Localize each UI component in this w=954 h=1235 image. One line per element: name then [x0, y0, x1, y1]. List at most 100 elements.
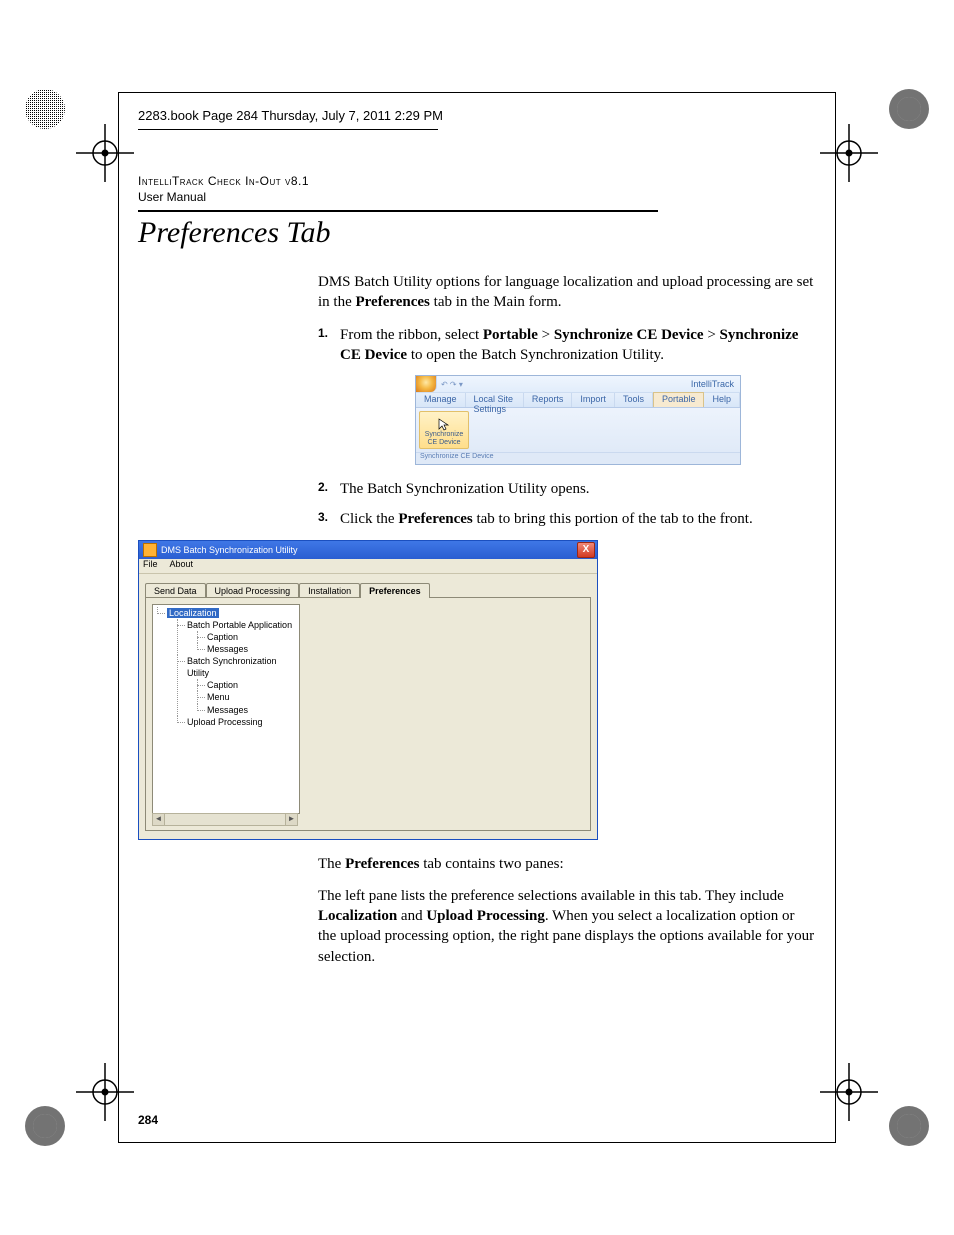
tree-node: Batch Synchronization Utility Caption Me… [177, 655, 297, 716]
menu-item: File [143, 559, 158, 569]
tree-node: Menu [197, 691, 297, 703]
dialog-titlebar: DMS Batch Synchronization Utility X [139, 541, 597, 559]
ribbon-tab: Reports [524, 393, 573, 407]
button-label: Synchronize [425, 431, 464, 438]
content-area: 2283.book Page 284 Thursday, July 7, 201… [138, 108, 816, 1127]
dialog-menubar: File About [139, 559, 597, 574]
steps-list: 1. From the ribbon, select Portable > Sy… [318, 325, 816, 530]
step-number: 3. [318, 510, 328, 524]
text-bold: Localization [318, 908, 397, 924]
step-1: 1. From the ribbon, select Portable > Sy… [318, 325, 816, 466]
text: tab in the Main form. [430, 294, 562, 310]
app-name: IntelliTrack [691, 379, 734, 389]
scroll-right-icon: ► [285, 814, 297, 825]
horizontal-scrollbar: ◄ ► [152, 813, 298, 826]
text: and [397, 908, 426, 924]
tree-node: Upload Processing [177, 716, 297, 728]
scroll-left-icon: ◄ [153, 814, 165, 825]
office-orb-icon [416, 376, 437, 392]
ribbon-tab: Local Site Settings [466, 393, 524, 407]
tree-label: Messages [207, 705, 248, 715]
ribbon-titlebar: ↶ ↷ ▾ IntelliTrack [416, 376, 740, 392]
text: > [538, 327, 554, 343]
text: The left pane lists the preference selec… [318, 888, 784, 904]
text: The Batch Synchronization Utility opens. [340, 481, 590, 497]
button-label: CE Device [427, 439, 460, 446]
text: tab to bring this portion of the tab to … [473, 511, 753, 527]
quick-access-toolbar: ↶ ↷ ▾ [441, 380, 463, 389]
after-paragraph-1: The Preferences tab contains two panes: [318, 854, 816, 874]
tree-node: Caption [197, 631, 297, 643]
registration-mark-icon [886, 1103, 932, 1149]
cursor-icon [437, 417, 451, 431]
tree-node-selected: Localization [167, 608, 219, 618]
step-3: 3. Click the Preferences tab to bring th… [318, 509, 816, 529]
doc-header-rule [138, 210, 658, 212]
dialog-title: DMS Batch Synchronization Utility [161, 545, 298, 555]
page-title: Preferences Tab [138, 216, 816, 250]
dialog-screenshot: DMS Batch Synchronization Utility X File… [138, 540, 816, 840]
synchronize-ce-device-button: Synchronize CE Device [419, 411, 469, 449]
ribbon-tab: Import [572, 393, 615, 407]
after-paragraph-2: The left pane lists the preference selec… [318, 886, 816, 967]
tree-node: Caption [197, 679, 297, 691]
dialog-mock: DMS Batch Synchronization Utility X File… [138, 540, 598, 840]
text: From the ribbon, select [340, 327, 483, 343]
text-bold: Upload Processing [426, 908, 544, 924]
text-bold: Synchronize CE Device [554, 327, 704, 343]
tree-label: Batch Portable Application [187, 620, 292, 630]
page-number: 284 [138, 1113, 158, 1127]
dialog-pane: Localization Batch Portable Application … [145, 597, 591, 831]
text: Click the [340, 511, 398, 527]
tree-node: Messages [197, 704, 297, 716]
tree-label: Caption [207, 632, 238, 642]
tree-label: Caption [207, 680, 238, 690]
ribbon-group: Synchronize CE Device [416, 408, 740, 452]
dialog-tab: Upload Processing [206, 583, 300, 598]
ribbon-tab: Help [704, 393, 740, 407]
tree-label: Menu [207, 692, 230, 702]
close-icon: X [577, 542, 595, 558]
text-bold: Preferences [356, 294, 430, 310]
text-bold: Preferences [345, 856, 419, 872]
dialog-tabs: Send Data Upload Processing Installation… [145, 580, 591, 597]
ribbon-screenshot: ↶ ↷ ▾ IntelliTrack Manage Local Site Set… [340, 375, 816, 465]
registration-mark-icon [22, 1103, 68, 1149]
running-head-rule [138, 129, 438, 130]
tree-node: Localization Batch Portable Application … [157, 607, 297, 728]
text: tab contains two panes: [419, 856, 563, 872]
text-bold: Portable [483, 327, 538, 343]
tree-node: Messages [197, 643, 297, 655]
ribbon-tabs: Manage Local Site Settings Reports Impor… [416, 392, 740, 408]
running-head: 2283.book Page 284 Thursday, July 7, 201… [138, 108, 816, 123]
registration-mark-icon [22, 86, 68, 132]
ribbon-tab: Tools [615, 393, 653, 407]
dialog-client: Send Data Upload Processing Installation… [139, 574, 597, 839]
text: to open the Batch Synchronization Utilit… [407, 347, 664, 363]
step-number: 2. [318, 480, 328, 494]
app-icon [143, 543, 157, 557]
menu-item: About [170, 559, 194, 569]
ribbon-mock: ↶ ↷ ▾ IntelliTrack Manage Local Site Set… [415, 375, 741, 465]
tree-label: Messages [207, 644, 248, 654]
dialog-tab: Installation [299, 583, 360, 598]
step-number: 1. [318, 326, 328, 340]
page: 2283.book Page 284 Thursday, July 7, 201… [0, 0, 954, 1235]
ribbon-tab: Manage [416, 393, 466, 407]
doc-header-product: IntelliTrack Check In-Out v8.1 [138, 174, 816, 188]
tree-label: Batch Synchronization Utility [187, 656, 277, 678]
dialog-tab-active: Preferences [360, 583, 430, 598]
preferences-tree: Localization Batch Portable Application … [152, 604, 300, 814]
text-bold: Preferences [398, 511, 472, 527]
ribbon-tab-active: Portable [653, 392, 705, 407]
body-text: DMS Batch Utility options for language l… [318, 272, 816, 967]
ribbon-group-label: Synchronize CE Device [416, 452, 740, 464]
intro-paragraph: DMS Batch Utility options for language l… [318, 272, 816, 313]
tree-node: Batch Portable Application Caption Messa… [177, 619, 297, 655]
dialog-tab: Send Data [145, 583, 206, 598]
text: > [704, 327, 720, 343]
text: The [318, 856, 345, 872]
registration-mark-icon [886, 86, 932, 132]
step-2: 2. The Batch Synchronization Utility ope… [318, 479, 816, 499]
tree-label: Upload Processing [187, 717, 263, 727]
